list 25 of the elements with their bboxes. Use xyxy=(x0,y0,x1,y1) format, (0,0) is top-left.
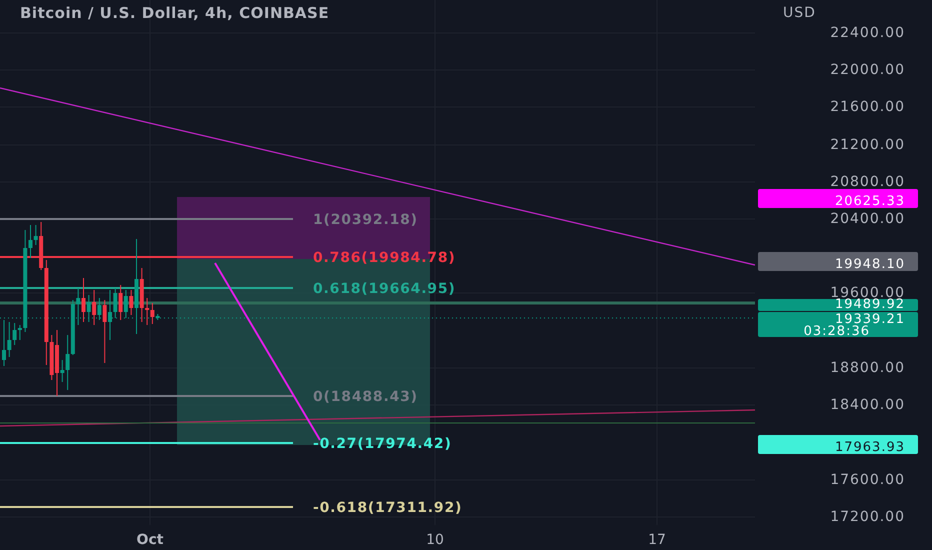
price-label: 17963.93 xyxy=(758,435,918,455)
price-tick: 22000.00 xyxy=(830,62,905,78)
price-label: 19339.21 03:28:36 xyxy=(758,312,918,339)
fib-level-label: 0(18488.43) xyxy=(313,389,418,405)
price-tick: 20800.00 xyxy=(830,174,905,190)
fib-level-label: -0.618(17311.92) xyxy=(313,500,462,516)
chart-title: Bitcoin / U.S. Dollar, 4h, COINBASE xyxy=(20,4,330,22)
price-label: 19948.10 xyxy=(758,252,918,272)
price-tick: 21600.00 xyxy=(830,99,905,115)
fib-level-label: 0.786(19984.78) xyxy=(313,250,456,266)
fib-level-label: -0.27(17974.42) xyxy=(313,436,452,452)
fib-level-label: 0.618(19664.95) xyxy=(313,281,456,297)
price-tick: 17600.00 xyxy=(830,472,905,488)
price-tick: 20400.00 xyxy=(830,211,905,227)
price-tick: 22400.00 xyxy=(830,25,905,41)
time-label: Oct xyxy=(136,532,164,548)
currency-label: USD xyxy=(783,5,816,21)
price-tick: 18400.00 xyxy=(830,397,905,413)
price-tick: 18800.00 xyxy=(830,360,905,376)
time-label: 10 xyxy=(426,532,444,548)
price-label: 20625.33 xyxy=(758,189,918,209)
price-tick: 17200.00 xyxy=(830,509,905,525)
price-tick: 21200.00 xyxy=(830,137,905,153)
fib-level-label: 1(20392.18) xyxy=(313,212,418,228)
time-label: 17 xyxy=(648,532,666,548)
